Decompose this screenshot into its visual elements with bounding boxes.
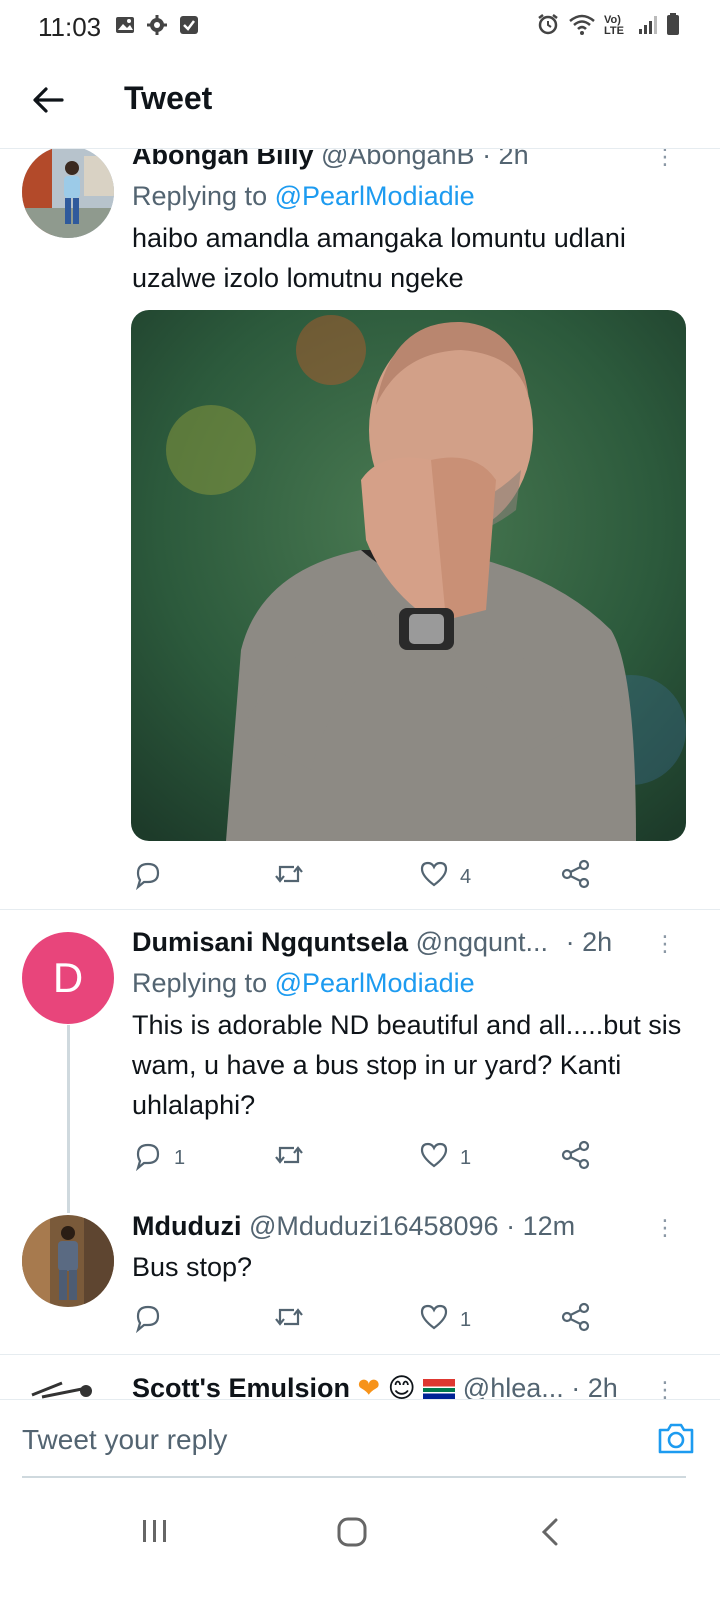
like-button[interactable]: 1	[418, 1301, 471, 1339]
like-icon	[418, 858, 450, 896]
reply-count: 1	[174, 1146, 186, 1169]
author-name[interactable]: Mduduzi	[132, 1211, 241, 1241]
avatar[interactable]	[22, 1375, 114, 1399]
alarm-icon	[536, 12, 560, 39]
tweet-actions: 1	[132, 1301, 692, 1341]
like-count: 4	[460, 865, 472, 888]
tweet-header: Abongah Billy @AbongahB · 2h ⋮	[132, 149, 692, 172]
avatar[interactable]	[22, 149, 114, 238]
avatar[interactable]	[22, 1215, 114, 1307]
settings-icon	[146, 14, 168, 41]
replying-label: Replying to	[132, 968, 268, 998]
retweet-button[interactable]	[272, 1301, 316, 1339]
share-button[interactable]	[560, 1139, 592, 1177]
reply-icon	[132, 858, 164, 896]
tweet-text: haibo amandla amangaka lomuntu udlani uz…	[132, 223, 626, 293]
tweet-time: · 12m	[506, 1211, 576, 1241]
flag-emoji	[423, 1378, 456, 1399]
app-bar: Tweet	[0, 56, 720, 149]
thread-line	[67, 1025, 70, 1213]
reply-icon	[132, 1139, 164, 1177]
author-name[interactable]: Abongah Billy	[132, 149, 314, 170]
tweet-image[interactable]	[131, 310, 686, 841]
reply-button[interactable]: 1	[132, 1139, 185, 1177]
nav-back-icon[interactable]	[538, 1516, 562, 1553]
author-handle[interactable]: @hlea...	[463, 1373, 564, 1399]
page-title: Tweet	[124, 80, 213, 116]
reply-icon	[132, 1301, 164, 1339]
gallery-icon	[114, 14, 136, 41]
replying-handle[interactable]: @PearlModiadie	[275, 968, 475, 998]
reply-button[interactable]	[132, 1301, 174, 1339]
more-icon[interactable]: ⋮	[654, 1373, 676, 1399]
tweet-text: This is adorable ND beautiful and all...…	[132, 1010, 682, 1120]
status-bar: 11:03 Vo) LTE	[0, 0, 720, 56]
share-icon	[560, 858, 592, 896]
replying-to: Replying to @PearlModiadie	[132, 178, 692, 214]
wifi-icon	[568, 12, 596, 39]
tweet-header: Mduduzi @Mduduzi16458096 · 12m ⋮	[132, 1209, 692, 1243]
replying-handle[interactable]: @PearlModiadie	[275, 181, 475, 211]
reply-input[interactable]: Tweet your reply	[22, 1424, 227, 1456]
recent-apps-icon[interactable]	[140, 1516, 170, 1551]
tweet-actions: 4	[132, 858, 692, 898]
share-icon	[560, 1301, 592, 1339]
tweet-time: · 2h	[571, 1373, 618, 1399]
avatar[interactable]: D	[22, 932, 114, 1024]
status-time: 11:03	[38, 12, 102, 42]
author-name[interactable]: Dumisani Ngquntsela	[132, 927, 408, 957]
like-count: 1	[460, 1146, 472, 1169]
heart-emoji: ❤	[357, 1373, 381, 1399]
avatar-letter: D	[52, 954, 84, 1001]
system-nav-bar	[0, 1478, 720, 1600]
like-count: 1	[460, 1308, 472, 1331]
back-arrow-icon[interactable]	[30, 82, 70, 122]
smile-emoji: 😊	[387, 1373, 416, 1399]
tweet-time: · 2h	[482, 149, 529, 170]
like-button[interactable]: 4	[418, 858, 471, 896]
share-button[interactable]	[560, 1301, 592, 1339]
replying-to: Replying to @PearlModiadie	[132, 965, 692, 1001]
tweet-header: Dumisani Ngquntsela @ngqunt... · 2h ⋮	[132, 925, 692, 959]
like-button[interactable]: 1	[418, 1139, 471, 1177]
battery-icon	[666, 12, 680, 39]
tweet-feed[interactable]: Abongah Billy @AbongahB · 2h ⋮ Replying …	[0, 149, 720, 1399]
tweet-header: Scott's Emulsion ❤ 😊 @hlea... · 2h ⋮	[132, 1371, 692, 1399]
camera-icon[interactable]	[656, 1420, 696, 1461]
divider	[0, 909, 720, 910]
retweet-button[interactable]	[272, 858, 316, 896]
share-button[interactable]	[560, 858, 592, 896]
like-icon	[418, 1301, 450, 1339]
network-label: Vo) LTE	[604, 13, 624, 37]
signal-icon	[638, 13, 658, 38]
more-icon[interactable]: ⋮	[654, 927, 676, 961]
tweet-actions: 1 1	[132, 1139, 692, 1179]
like-icon	[418, 1139, 450, 1177]
home-icon[interactable]	[336, 1516, 368, 1553]
author-handle[interactable]: @ngqunt...	[416, 927, 549, 957]
author-handle[interactable]: @Mduduzi16458096	[249, 1211, 499, 1241]
retweet-icon	[272, 858, 306, 896]
reply-button[interactable]	[132, 858, 174, 896]
reply-composer[interactable]: Tweet your reply	[0, 1399, 720, 1478]
author-handle[interactable]: @AbongahB	[321, 149, 475, 170]
replying-label: Replying to	[132, 181, 268, 211]
tweet-text: Bus stop?	[132, 1252, 253, 1282]
retweet-button[interactable]	[272, 1139, 316, 1177]
retweet-icon	[272, 1139, 306, 1177]
author-name[interactable]: Scott's Emulsion	[132, 1373, 350, 1399]
tweet-time: · 2h	[565, 927, 613, 957]
more-icon[interactable]: ⋮	[654, 1211, 676, 1245]
retweet-icon	[272, 1301, 306, 1339]
more-icon[interactable]: ⋮	[654, 149, 676, 174]
share-icon	[560, 1139, 592, 1177]
divider	[0, 1354, 720, 1355]
check-icon	[178, 14, 200, 41]
